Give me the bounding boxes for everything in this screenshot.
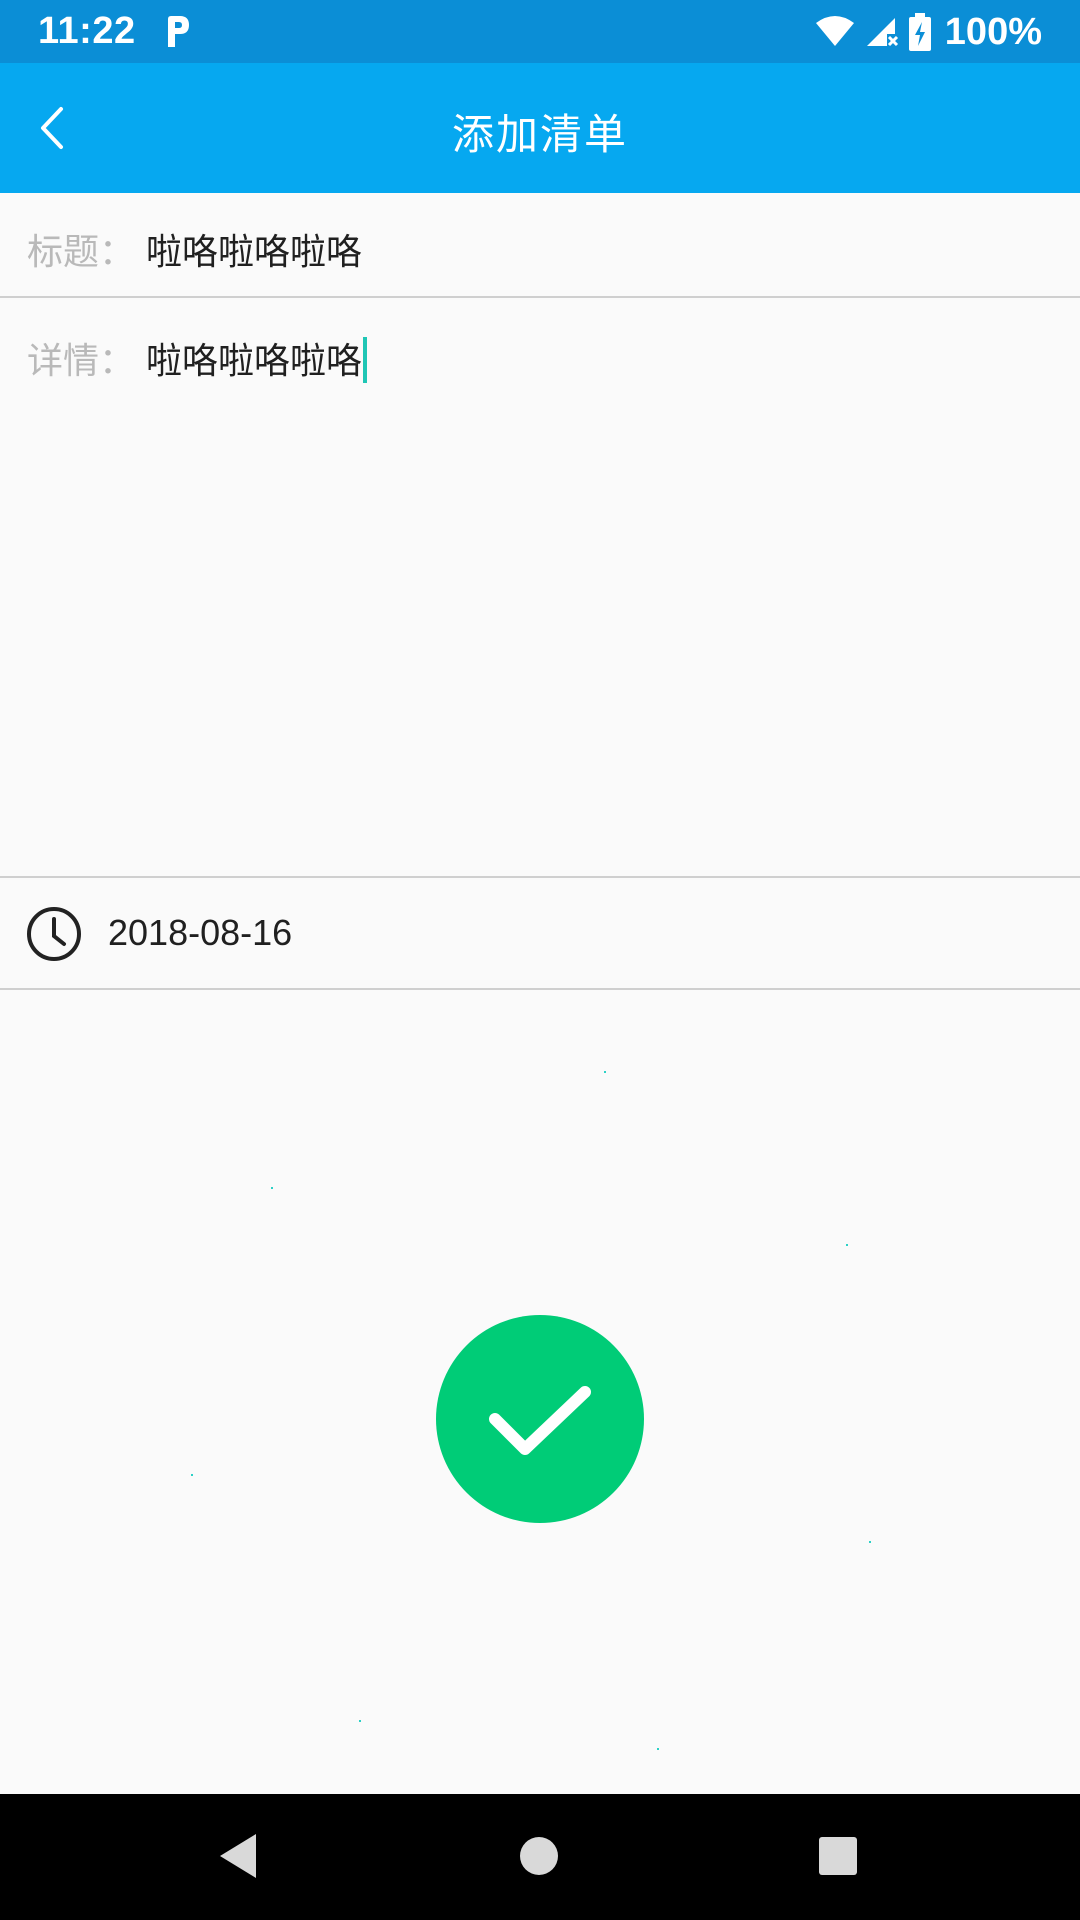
- date-value: 2018-08-16: [108, 912, 293, 953]
- status-bar: 11:22 100%: [0, 0, 1080, 63]
- navigation-bar: [0, 1794, 1080, 1920]
- nav-recent-button[interactable]: [808, 1826, 868, 1886]
- detail-input[interactable]: 啦咯啦咯啦咯: [146, 332, 368, 384]
- page-title: 添加清单: [451, 110, 628, 159]
- screen: 11:22 100% 添加清单 标题： 啦咯啦咯啦咯 详情： 啦咯啦咯啦咯 20…: [0, 0, 1080, 1920]
- text-cursor: [363, 337, 368, 383]
- decor-dot: [869, 1541, 871, 1543]
- status-time: 11:22: [38, 10, 136, 52]
- nav-back-icon: [220, 1834, 256, 1878]
- check-icon: [489, 1386, 591, 1455]
- status-icons: 100%: [815, 10, 1042, 54]
- detail-row: 详情： 啦咯啦咯啦咯: [0, 300, 1080, 878]
- title-row: 标题： 啦咯啦咯啦咯: [0, 193, 1080, 298]
- detail-text: 啦咯啦咯啦咯: [146, 341, 363, 382]
- decor-dot: [604, 1071, 606, 1073]
- decor-dot: [191, 1474, 193, 1476]
- signal-icon: [866, 18, 898, 47]
- title-label: 标题：: [27, 232, 136, 273]
- clock-icon: [27, 907, 81, 961]
- decor-dot: [359, 1720, 361, 1722]
- decor-dot: [846, 1244, 848, 1246]
- title-input[interactable]: 啦咯啦咯啦咯: [146, 223, 362, 275]
- nav-home-button[interactable]: [509, 1826, 569, 1886]
- nav-back-button[interactable]: [208, 1826, 268, 1886]
- nav-home-icon: [520, 1837, 558, 1875]
- wifi-icon: [815, 16, 854, 46]
- battery-percent: 100%: [944, 10, 1042, 53]
- nav-recent-icon: [819, 1837, 857, 1875]
- app-bar: 添加清单: [0, 63, 1080, 193]
- p-icon: [168, 16, 189, 47]
- decor-dot: [271, 1187, 273, 1189]
- detail-label: 详情：: [27, 341, 136, 382]
- confirm-button[interactable]: [436, 1315, 644, 1523]
- battery-charging-icon: [908, 13, 931, 51]
- date-row[interactable]: 2018-08-16: [0, 880, 1080, 990]
- decor-dot: [657, 1748, 659, 1750]
